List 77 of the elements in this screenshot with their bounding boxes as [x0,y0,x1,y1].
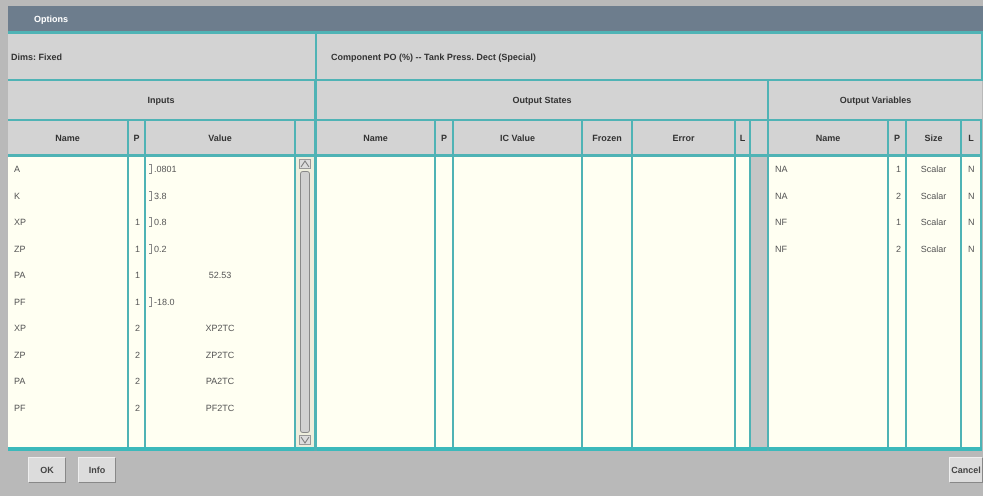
column-header: Error [633,121,736,154]
column-header: L [736,121,751,154]
table-cell: 1 [134,296,140,306]
column-header: Value [146,121,296,154]
table-cell: PA2TC [206,376,234,386]
cancel-button[interactable]: Cancel [949,457,983,483]
table-cell: 2 [896,244,901,254]
column-header: Frozen [583,121,633,154]
table-cell: 1 [896,164,901,174]
column-header: P [889,121,907,154]
table-cell: Scalar [920,190,946,200]
scroll-down-icon[interactable] [299,435,311,445]
table-cell: N [968,164,974,174]
column-header: P [436,121,454,154]
table-cell: Scalar [920,217,946,227]
field-marker-icon [149,296,152,306]
dialog-button[interactable]: OK [28,457,66,483]
table-cell: XP2TC [205,323,234,333]
table-cell: Scalar [920,164,946,174]
table-cell: 2 [134,323,140,333]
table-cell: 52.53 [208,270,232,280]
field-marker-icon [149,190,152,200]
table-cell: ZP [14,350,26,360]
column-header: Name [769,121,889,154]
table-cell: 2 [896,190,901,200]
value-field[interactable]: 3.8 [154,190,167,200]
table-cell: 2 [134,376,140,386]
component-label: Component PO (%) -- Tank Press. Dect (Special) [331,52,536,62]
scroll-up-icon[interactable] [299,159,311,169]
value-field[interactable]: -18.0 [154,296,175,306]
column-header: P [129,121,146,154]
table-cell: NF [775,244,787,254]
table-cell: 1 [134,270,140,280]
section-header: Output States [317,81,767,121]
header-cell [296,121,314,154]
dialog-button[interactable]: Info [78,457,116,483]
header-cell [751,121,767,154]
table-cell: NA [775,190,788,200]
section-header: Output Variables [769,81,982,121]
table-cell: PF [14,296,26,306]
scrollbar-thumb[interactable] [300,171,310,433]
value-field[interactable]: 0.2 [154,244,167,254]
table-cell: ZP2TC [206,350,234,360]
field-marker-icon [149,244,152,254]
table-cell: 2 [134,350,140,360]
scrollbar[interactable] [296,157,314,447]
field-marker-icon [149,164,152,174]
table-cell: 2 [134,402,140,412]
table-cell: XP [14,217,26,227]
table-cell: PF2TC [206,402,234,412]
table-cell: 1 [134,244,140,254]
table-cell: A [14,164,20,174]
table-cell: N [968,244,974,254]
value-field[interactable]: .0801 [154,164,177,174]
section-header: Inputs [8,81,314,121]
field-marker-icon [149,217,152,227]
table-cell: NA [775,164,788,174]
table-cell: N [968,217,974,227]
table-cell: N [968,190,974,200]
table-cell: PA [14,270,26,280]
table-cell: PF [14,402,26,412]
table-cell: 1 [896,217,901,227]
column-header: L [962,121,982,154]
table-cell: PA [14,376,26,386]
window-title: Options [34,14,68,24]
table-cell: NF [775,217,787,227]
value-field[interactable]: 0.8 [154,217,167,227]
column-header: Name [317,121,436,154]
column-header: Size [907,121,962,154]
column-header: Name [8,121,129,154]
table-cell: Scalar [920,244,946,254]
table-cell: XP [14,323,26,333]
table-cell: K [14,190,20,200]
dims-label: Dims: Fixed [11,52,62,62]
column-header: IC Value [454,121,583,154]
table-cell: ZP [14,244,26,254]
table-cell: 1 [134,217,140,227]
